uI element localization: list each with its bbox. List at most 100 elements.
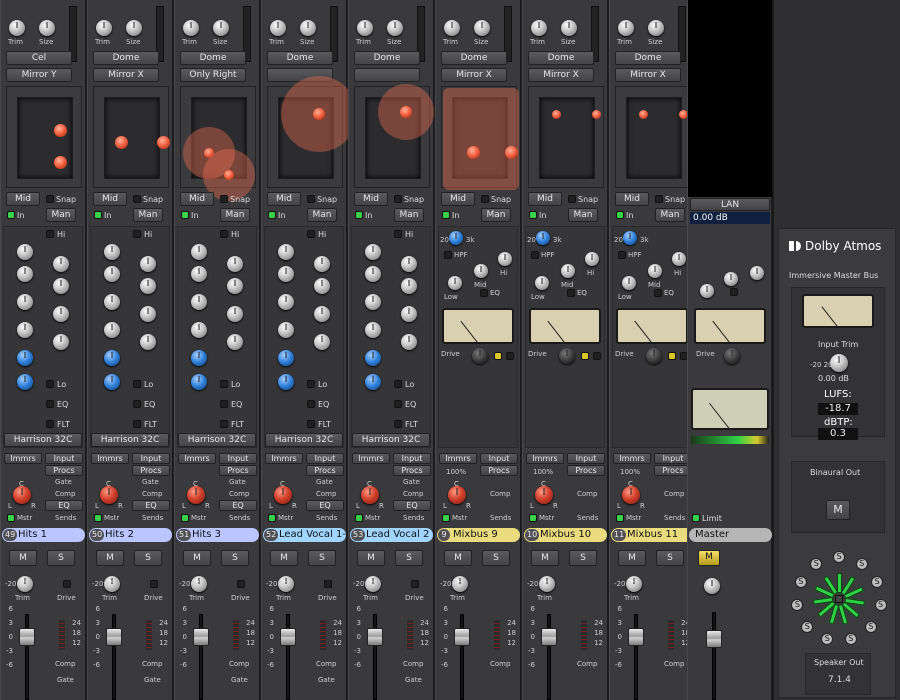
procs-button[interactable]: Procs (393, 465, 431, 476)
input-button[interactable]: Input (132, 453, 170, 464)
flt-led[interactable] (394, 420, 402, 428)
drive-led-1[interactable] (581, 352, 589, 360)
size-knob[interactable] (474, 20, 490, 36)
in-led[interactable] (181, 211, 189, 219)
mid-button[interactable]: Mid (441, 192, 475, 206)
fader-cap[interactable] (193, 628, 209, 646)
in-led[interactable] (529, 211, 537, 219)
lo-led[interactable] (220, 380, 228, 388)
eq-knob-6[interactable] (17, 374, 33, 390)
mode-button[interactable]: Dome (441, 51, 507, 65)
plugin-button[interactable]: Harrison 32C (265, 433, 343, 447)
speaker-8[interactable]: S (801, 620, 814, 633)
drive-led-2[interactable] (593, 352, 601, 360)
eq-knob-1[interactable] (365, 244, 381, 260)
drive-led-1[interactable] (494, 352, 502, 360)
speaker-3[interactable]: S (871, 575, 884, 588)
trim-knob[interactable] (444, 20, 460, 36)
eq-knob-2[interactable] (365, 266, 381, 282)
speaker-6[interactable]: S (844, 633, 857, 646)
eq-gain-knob-4[interactable] (314, 334, 330, 350)
eq-knob-2[interactable] (104, 266, 120, 282)
in-led[interactable] (616, 211, 624, 219)
snap-led[interactable] (568, 195, 576, 203)
eq-knob-5[interactable] (104, 350, 120, 366)
speaker-11[interactable]: S (810, 557, 823, 570)
solo-button[interactable]: S (569, 550, 597, 566)
speaker-2[interactable]: S (855, 557, 868, 570)
mirror-button[interactable]: Mirror X (441, 68, 507, 82)
trim-knob[interactable] (9, 20, 25, 36)
eq-led[interactable] (480, 289, 488, 297)
mode-button[interactable]: Cel (6, 51, 72, 65)
eq-gain-knob-2[interactable] (140, 278, 156, 294)
low-knob[interactable] (448, 276, 462, 290)
size-knob[interactable] (387, 20, 403, 36)
hi-knob[interactable] (585, 252, 599, 266)
drive-knob[interactable] (472, 348, 488, 364)
trim-knob[interactable] (531, 20, 547, 36)
snap-led[interactable] (655, 195, 663, 203)
panner-object-2[interactable] (157, 136, 170, 149)
panner-object-1[interactable] (552, 110, 561, 119)
fader-cap[interactable] (280, 628, 296, 646)
mstr-led[interactable] (442, 514, 450, 522)
panner-pad[interactable] (6, 86, 82, 188)
mode-button[interactable]: Dome (528, 51, 594, 65)
drive-led[interactable] (411, 580, 419, 588)
input-trim-knob[interactable] (830, 354, 848, 372)
trim-knob[interactable] (183, 20, 199, 36)
eq-button[interactable]: EQ (393, 500, 431, 511)
panner-object-1[interactable] (115, 136, 128, 149)
speaker-7[interactable]: S (821, 633, 834, 646)
panner-object-2[interactable] (505, 146, 518, 159)
panner-object-2[interactable] (224, 170, 234, 180)
panner-object-1[interactable] (639, 110, 648, 119)
eq-gain-knob-2[interactable] (314, 278, 330, 294)
hpf-led[interactable] (531, 251, 539, 259)
immrs-button[interactable]: Immrs (91, 453, 129, 464)
eq-button[interactable]: EQ (132, 500, 170, 511)
eq-led[interactable] (220, 400, 228, 408)
low-knob[interactable] (535, 276, 549, 290)
mirror-button[interactable]: Mirror X (528, 68, 594, 82)
panner-object-1[interactable] (467, 146, 480, 159)
mute-button[interactable]: M (444, 550, 472, 566)
eq-gain-knob-1[interactable] (314, 256, 330, 272)
flt-led[interactable] (220, 420, 228, 428)
eq-knob-4[interactable] (17, 322, 33, 338)
fader-track[interactable] (199, 614, 203, 700)
panner-object-2[interactable] (54, 156, 67, 169)
eq-led[interactable] (46, 400, 54, 408)
speaker-5[interactable]: S (864, 620, 877, 633)
strip-name[interactable]: 51 Hits 3 (176, 528, 259, 542)
fader-track[interactable] (286, 614, 290, 700)
eq-knob-1[interactable] (278, 244, 294, 260)
immrs-button[interactable]: Immrs (439, 453, 477, 464)
mid-button[interactable]: Mid (93, 192, 127, 206)
solo-button[interactable]: S (47, 550, 75, 566)
trim-knob[interactable] (270, 20, 286, 36)
procs-button[interactable]: Procs (306, 465, 344, 476)
snap-led[interactable] (133, 195, 141, 203)
procs-button[interactable]: Procs (45, 465, 83, 476)
low-knob[interactable] (622, 276, 636, 290)
speaker-10[interactable]: S (794, 575, 807, 588)
fader-track[interactable] (460, 614, 464, 700)
eq-knob-5[interactable] (17, 350, 33, 366)
eq-knob-5[interactable] (365, 350, 381, 366)
eq-gain-knob-2[interactable] (53, 278, 69, 294)
low-knob[interactable] (700, 284, 714, 298)
eq-gain-knob-3[interactable] (140, 306, 156, 322)
eq-gain-knob-4[interactable] (140, 334, 156, 350)
eq-knob-4[interactable] (104, 322, 120, 338)
solo-button[interactable]: S (395, 550, 423, 566)
hi-led[interactable] (133, 230, 141, 238)
input-button[interactable]: Input (393, 453, 431, 464)
fader-track[interactable] (547, 614, 551, 700)
drive-led-1[interactable] (668, 352, 676, 360)
fader-track[interactable] (373, 614, 377, 700)
panner-pad[interactable] (354, 84, 434, 188)
panner-pad[interactable] (180, 86, 256, 201)
hi-knob[interactable] (672, 252, 686, 266)
